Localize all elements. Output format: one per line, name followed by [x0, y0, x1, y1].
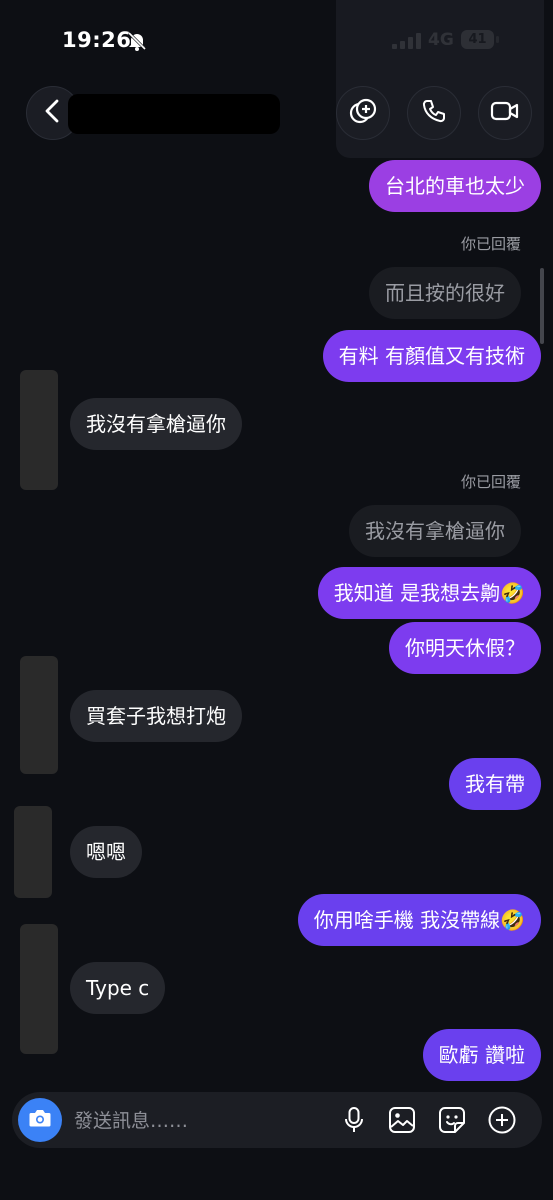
- video-call-button[interactable]: [478, 86, 532, 140]
- message-received[interactable]: 買套子我想打炮: [70, 690, 242, 742]
- camera-button[interactable]: [18, 1098, 62, 1142]
- message-received[interactable]: 嗯嗯: [70, 826, 142, 878]
- avatar[interactable]: [14, 806, 52, 898]
- message-sent[interactable]: 你用啥手機 我沒帶線🤣: [297, 894, 541, 946]
- message-received[interactable]: 我沒有拿槍逼你: [70, 398, 242, 450]
- reply-quoted-message[interactable]: 而且按的很好: [369, 267, 521, 319]
- message-sent[interactable]: 我知道 是我想去齁🤣: [317, 567, 541, 619]
- message-sent[interactable]: 有料 有顏值又有技術: [322, 330, 541, 382]
- message-sent[interactable]: 歐虧 讚啦: [422, 1029, 541, 1081]
- message-sent[interactable]: 你明天休假？: [389, 622, 541, 674]
- status-time: 19:26: [62, 28, 132, 52]
- image-icon[interactable]: [386, 1104, 418, 1136]
- avatar[interactable]: [20, 656, 58, 774]
- camera-icon: [28, 1107, 52, 1133]
- video-camera-icon: [490, 99, 520, 127]
- voice-call-button[interactable]: [407, 86, 461, 140]
- scrollbar-thumb[interactable]: [540, 268, 544, 344]
- message-input[interactable]: [72, 1106, 316, 1136]
- message-sent[interactable]: 台北的車也太少: [369, 160, 541, 212]
- avatar[interactable]: [20, 370, 58, 490]
- plus-circle-icon[interactable]: [486, 1104, 518, 1136]
- chevron-left-icon: [42, 98, 64, 128]
- effects-button[interactable]: [336, 86, 390, 140]
- message-composer: [12, 1092, 542, 1148]
- effects-icon: [348, 96, 378, 130]
- reply-quoted-message[interactable]: 我沒有拿槍逼你: [349, 505, 521, 557]
- sticker-icon[interactable]: [436, 1104, 468, 1136]
- reply-label: 你已回覆: [460, 235, 521, 253]
- message-sent[interactable]: 我有帶: [449, 758, 541, 810]
- microphone-icon[interactable]: [338, 1104, 370, 1136]
- phone-icon: [421, 98, 447, 128]
- reply-label: 你已回覆: [460, 473, 521, 491]
- contact-name-redacted[interactable]: [68, 94, 280, 134]
- avatar[interactable]: [20, 924, 58, 1054]
- bell-slash-icon: [126, 30, 148, 52]
- message-received[interactable]: Type c: [70, 962, 166, 1014]
